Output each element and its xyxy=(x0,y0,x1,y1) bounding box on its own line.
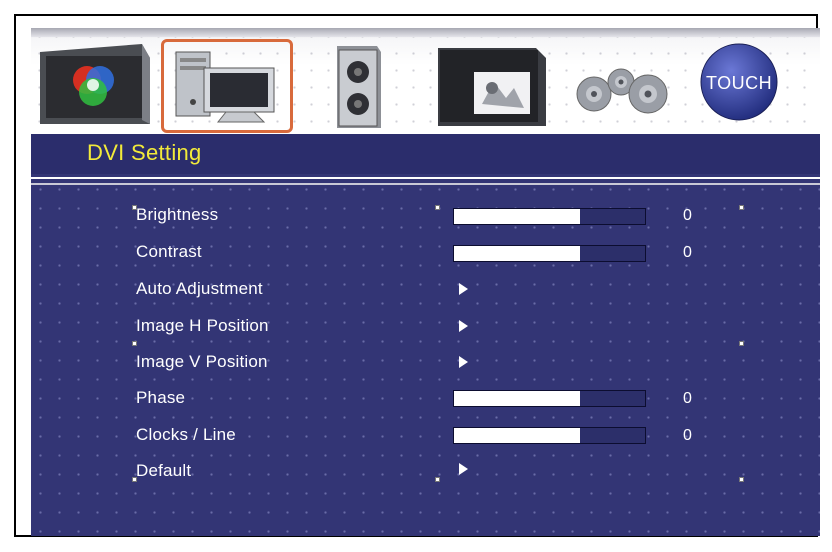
pc-icon[interactable] xyxy=(161,39,293,133)
slider-fill xyxy=(454,246,581,261)
selection-handle xyxy=(435,477,440,482)
slider-fill xyxy=(454,428,581,443)
brightness-slider[interactable] xyxy=(453,208,646,225)
selection-handle xyxy=(132,205,137,210)
menu-item-phase[interactable]: Phase xyxy=(136,388,185,408)
clocks-line-slider[interactable] xyxy=(453,427,646,444)
menu-item-image-h-position[interactable]: Image H Position xyxy=(136,316,269,336)
selection-handle xyxy=(739,205,744,210)
touch-icon[interactable]: TOUCH xyxy=(696,42,782,130)
submenu-arrow-icon[interactable] xyxy=(459,283,468,295)
selection-handle xyxy=(739,341,744,346)
submenu-arrow-icon[interactable] xyxy=(459,356,468,368)
top-strip xyxy=(31,28,820,37)
color-icon[interactable] xyxy=(38,42,154,130)
divider xyxy=(31,177,820,179)
menu-item-brightness[interactable]: Brightness xyxy=(136,205,218,225)
menu-item-clocks-line[interactable]: Clocks / Line xyxy=(136,425,236,445)
contrast-slider[interactable] xyxy=(453,245,646,262)
osd-menu: TOUCH DVI Setting Brightness 0 Contrast … xyxy=(31,28,820,536)
category-icon-bar: TOUCH xyxy=(31,28,820,134)
menu-item-default[interactable]: Default xyxy=(136,461,191,481)
selection-handle xyxy=(435,205,440,210)
slider-fill xyxy=(454,209,581,224)
selection-handle xyxy=(739,477,744,482)
clocks-line-value: 0 xyxy=(683,427,692,444)
menu-item-image-v-position[interactable]: Image V Position xyxy=(136,352,268,372)
selection-handle xyxy=(132,341,137,346)
submenu-arrow-icon[interactable] xyxy=(459,320,468,332)
submenu-arrow-icon[interactable] xyxy=(459,463,468,475)
divider xyxy=(31,183,820,185)
phase-value: 0 xyxy=(683,390,692,407)
touch-label: TOUCH xyxy=(706,73,773,93)
settings-gears-icon[interactable] xyxy=(566,42,676,130)
contrast-value: 0 xyxy=(683,244,692,261)
brightness-value: 0 xyxy=(683,207,692,224)
slider-fill xyxy=(454,391,581,406)
picture-icon[interactable] xyxy=(434,42,552,130)
audio-icon[interactable] xyxy=(323,42,393,130)
selection-handle xyxy=(132,477,137,482)
page-title: DVI Setting xyxy=(87,140,202,165)
menu-item-contrast[interactable]: Contrast xyxy=(136,242,202,262)
phase-slider[interactable] xyxy=(453,390,646,407)
menu-item-auto-adjustment[interactable]: Auto Adjustment xyxy=(136,279,263,299)
